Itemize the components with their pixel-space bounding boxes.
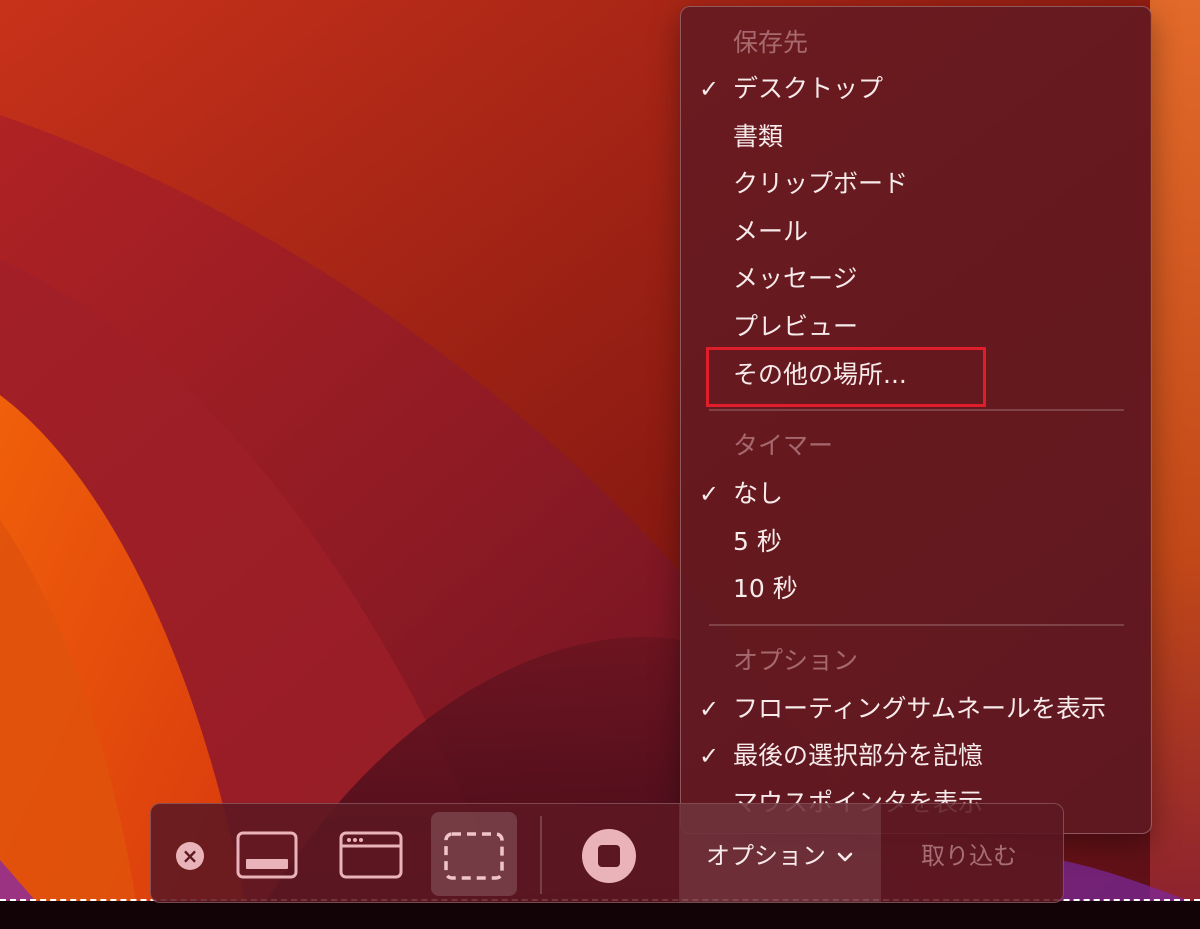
menu-separator <box>709 624 1124 626</box>
record-screen-button[interactable] <box>581 828 637 884</box>
screenshot-toolbar: × オプション 取り込む <box>150 803 1064 903</box>
dimmed-screen-area <box>0 901 1200 929</box>
capture-window-button[interactable] <box>339 830 405 882</box>
menu-item-preview[interactable]: プレビュー <box>733 309 858 345</box>
options-label-text: オプション <box>706 842 826 870</box>
menu-item-mail[interactable]: メール <box>733 214 808 250</box>
checkmark-icon: ✓ <box>699 480 720 508</box>
menu-item-remember-last-selection[interactable]: 最後の選択部分を記憶 <box>733 738 983 774</box>
menu-item-documents[interactable]: 書類 <box>733 119 783 155</box>
menu-header-timer: タイマー <box>733 431 834 460</box>
screen-icon <box>236 831 298 879</box>
capture-selection-button[interactable] <box>442 830 506 882</box>
menu-item-clipboard[interactable]: クリップボード <box>733 166 908 202</box>
window-icon <box>339 831 403 879</box>
menu-item-timer-5s[interactable]: 5 秒 <box>733 524 782 560</box>
menu-header-save-to: 保存先 <box>733 28 809 57</box>
selection-icon <box>444 832 504 880</box>
options-button-label: オプション <box>706 836 854 871</box>
menu-item-timer-none[interactable]: なし <box>733 476 783 512</box>
record-stop-icon <box>582 829 636 883</box>
capture-entire-screen-button[interactable] <box>236 830 300 882</box>
menu-item-desktop[interactable]: デスクトップ <box>733 71 883 107</box>
options-menu: 保存先 ✓ デスクトップ 書類 クリップボード メール メッセージ プレビュー … <box>680 6 1152 834</box>
checkmark-icon: ✓ <box>699 695 720 723</box>
menu-item-show-floating-thumbnail[interactable]: フローティングサムネールを表示 <box>733 691 1106 727</box>
checkmark-icon: ✓ <box>699 75 720 103</box>
desktop: 保存先 ✓ デスクトップ 書類 クリップボード メール メッセージ プレビュー … <box>0 0 1200 929</box>
close-icon[interactable]: × <box>176 842 204 870</box>
chevron-down-icon <box>837 852 852 862</box>
menu-item-timer-10s[interactable]: 10 秒 <box>733 571 798 607</box>
toolbar-divider <box>540 816 542 894</box>
menu-header-options: オプション <box>733 646 859 675</box>
highlight-annotation-box <box>706 347 986 407</box>
menu-separator <box>709 409 1124 411</box>
checkmark-icon: ✓ <box>699 742 720 770</box>
capture-button[interactable]: 取り込む <box>921 836 1017 871</box>
menu-item-messages[interactable]: メッセージ <box>733 261 858 297</box>
